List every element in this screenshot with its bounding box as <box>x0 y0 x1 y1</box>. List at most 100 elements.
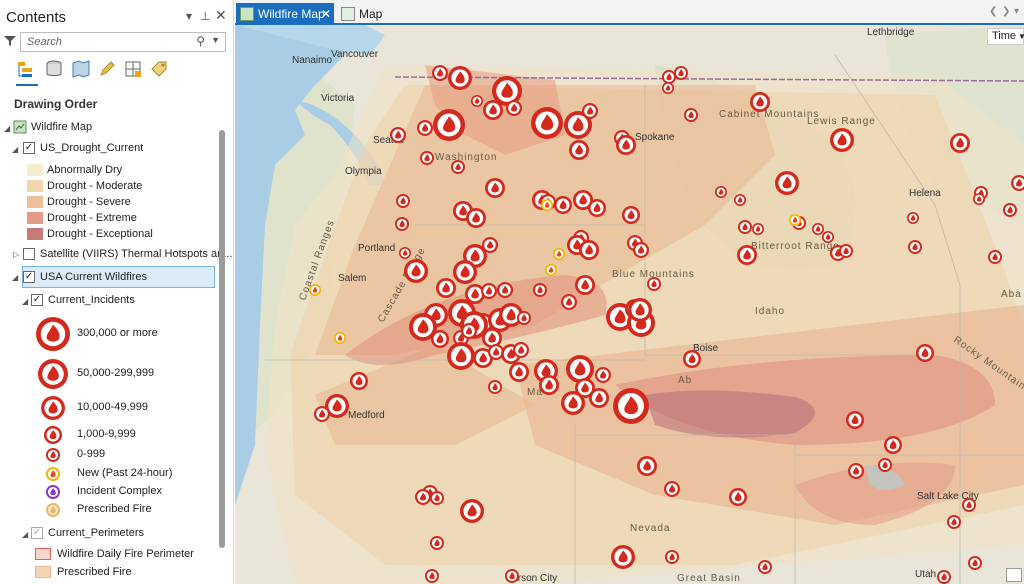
fire-incident-marker[interactable] <box>664 481 680 497</box>
fire-incident-marker[interactable] <box>683 350 701 368</box>
fire-incident-marker[interactable] <box>611 545 635 569</box>
new-fire-marker[interactable] <box>309 284 321 296</box>
fire-incident-marker[interactable] <box>674 66 688 80</box>
tab-list-icon[interactable]: ▾ <box>1014 6 1019 17</box>
fire-incident-marker[interactable] <box>395 217 409 231</box>
fire-incident-marker[interactable] <box>579 240 599 260</box>
fire-incident-marker[interactable] <box>432 65 448 81</box>
fire-incident-marker[interactable] <box>848 463 864 479</box>
fire-incident-marker[interactable] <box>846 411 864 429</box>
perimeters-layer-checkbox[interactable]: ✓ <box>31 527 43 539</box>
layer-map-label[interactable]: Wildfire Map <box>31 121 92 133</box>
fire-incident-marker[interactable] <box>404 259 428 283</box>
fire-incident-marker[interactable] <box>575 275 595 295</box>
fire-incident-marker[interactable] <box>430 491 444 505</box>
fire-incident-marker[interactable] <box>647 277 661 291</box>
close-pane-icon[interactable]: ✕ <box>215 7 227 24</box>
fire-incident-marker[interactable] <box>451 160 465 174</box>
scroll-tabs-left-icon[interactable]: ❮ <box>989 6 997 17</box>
fire-incident-marker[interactable] <box>513 342 529 358</box>
fire-incident-marker[interactable] <box>962 498 976 512</box>
layer-incidents-label[interactable]: Current_Incidents <box>48 294 135 306</box>
satellite-layer-checkbox[interactable] <box>23 248 35 260</box>
fire-incident-marker[interactable] <box>973 193 985 205</box>
attribution-icon[interactable] <box>1006 568 1022 582</box>
expand-triangle-icon[interactable]: ◢ <box>12 145 18 154</box>
fire-incident-marker[interactable] <box>436 278 456 298</box>
wildfires-layer-checkbox[interactable]: ✓ <box>23 271 35 283</box>
fire-incident-marker[interactable] <box>471 95 483 107</box>
tab-wildfire-map[interactable]: Wildfire Map ✕ <box>236 3 334 25</box>
fire-incident-marker[interactable] <box>734 194 746 206</box>
list-by-drawing-order-icon[interactable] <box>16 59 36 79</box>
fire-incident-marker[interactable] <box>430 536 444 550</box>
layer-satellite-label[interactable]: Satellite (VIIRS) Thermal Hotspots an... <box>40 248 232 260</box>
close-tab-icon[interactable]: ✕ <box>321 3 331 25</box>
fire-incident-marker[interactable] <box>968 556 982 570</box>
fire-incident-marker[interactable] <box>633 242 649 258</box>
fire-incident-marker[interactable] <box>425 569 439 583</box>
fire-incident-marker[interactable] <box>715 186 727 198</box>
fire-incident-marker[interactable] <box>684 108 698 122</box>
fire-incident-marker[interactable] <box>485 178 505 198</box>
layer-perimeters-label[interactable]: Current_Perimeters <box>48 527 144 539</box>
fire-incident-marker[interactable] <box>758 560 772 574</box>
fire-incident-marker[interactable] <box>628 298 652 322</box>
search-input[interactable]: Search ⚲ ▼ <box>20 32 226 52</box>
chevron-down-icon[interactable]: ▼ <box>211 35 220 45</box>
fire-incident-marker[interactable] <box>830 128 854 152</box>
fire-incident-marker[interactable] <box>466 208 486 228</box>
new-fire-marker[interactable] <box>541 199 553 211</box>
fire-incident-marker[interactable] <box>988 250 1002 264</box>
fire-incident-marker[interactable] <box>750 92 770 112</box>
fire-incident-marker[interactable] <box>415 489 431 505</box>
fire-incident-marker[interactable] <box>431 330 449 348</box>
fire-incident-marker[interactable] <box>539 375 559 395</box>
fire-incident-marker[interactable] <box>662 70 676 84</box>
fire-incident-marker[interactable] <box>812 223 824 235</box>
fire-incident-marker[interactable] <box>822 231 834 243</box>
fire-incident-marker[interactable] <box>839 244 853 258</box>
fire-incident-marker[interactable] <box>561 294 577 310</box>
pane-scrollbar[interactable] <box>219 130 225 548</box>
fire-incident-marker[interactable] <box>461 323 477 339</box>
layer-wildfires-label[interactable]: USA Current Wildfires <box>40 271 147 283</box>
drought-layer-checkbox[interactable]: ✓ <box>23 142 35 154</box>
fire-incident-marker[interactable] <box>517 311 531 325</box>
fire-incident-marker[interactable] <box>399 247 411 259</box>
fire-incident-marker[interactable] <box>738 220 752 234</box>
fire-incident-marker[interactable] <box>566 355 594 383</box>
fire-incident-marker[interactable] <box>622 206 640 224</box>
fire-incident-marker[interactable] <box>937 570 951 584</box>
pin-icon[interactable]: ⊥ <box>200 9 210 23</box>
incidents-layer-checkbox[interactable]: ✓ <box>31 294 43 306</box>
fire-incident-marker[interactable] <box>907 212 919 224</box>
fire-incident-marker[interactable] <box>448 66 472 90</box>
fire-incident-marker[interactable] <box>916 344 934 362</box>
fire-incident-marker[interactable] <box>483 100 503 120</box>
tab-map[interactable]: Map <box>337 3 397 25</box>
fire-incident-marker[interactable] <box>554 196 572 214</box>
fire-incident-marker[interactable] <box>417 120 433 136</box>
fire-incident-marker[interactable] <box>390 127 406 143</box>
search-icon[interactable]: ⚲ <box>196 34 205 48</box>
filter-icon[interactable] <box>3 34 17 48</box>
fire-incident-marker[interactable] <box>1003 203 1017 217</box>
fire-incident-marker[interactable] <box>481 283 497 299</box>
fire-incident-marker[interactable] <box>737 245 757 265</box>
expand-triangle-icon[interactable]: ◢ <box>12 273 18 282</box>
fire-incident-marker[interactable] <box>569 140 589 160</box>
list-by-source-icon[interactable] <box>44 59 64 79</box>
fire-incident-marker[interactable] <box>433 109 465 141</box>
fire-incident-marker[interactable] <box>533 283 547 297</box>
fire-incident-marker[interactable] <box>662 82 674 94</box>
fire-incident-marker[interactable] <box>595 367 611 383</box>
fire-incident-marker[interactable] <box>509 362 529 382</box>
fire-incident-marker[interactable] <box>453 260 477 284</box>
fire-incident-marker[interactable] <box>616 135 636 155</box>
fire-incident-marker[interactable] <box>908 240 922 254</box>
fire-incident-marker[interactable] <box>447 342 475 370</box>
fire-incident-marker[interactable] <box>488 380 502 394</box>
fire-incident-marker[interactable] <box>752 223 764 235</box>
fire-incident-marker[interactable] <box>878 458 892 472</box>
